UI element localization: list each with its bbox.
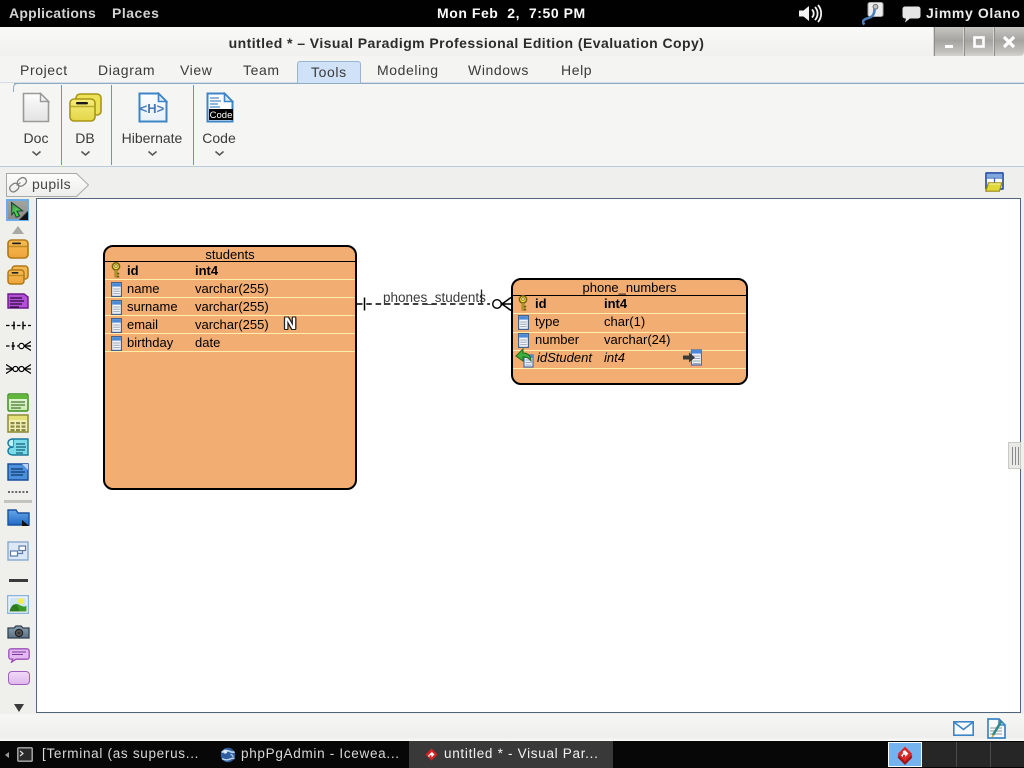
svg-text:phones_students: phones_students xyxy=(383,290,486,305)
svg-text:Code: Code xyxy=(210,110,233,121)
svg-text:<H>: <H> xyxy=(140,101,165,116)
